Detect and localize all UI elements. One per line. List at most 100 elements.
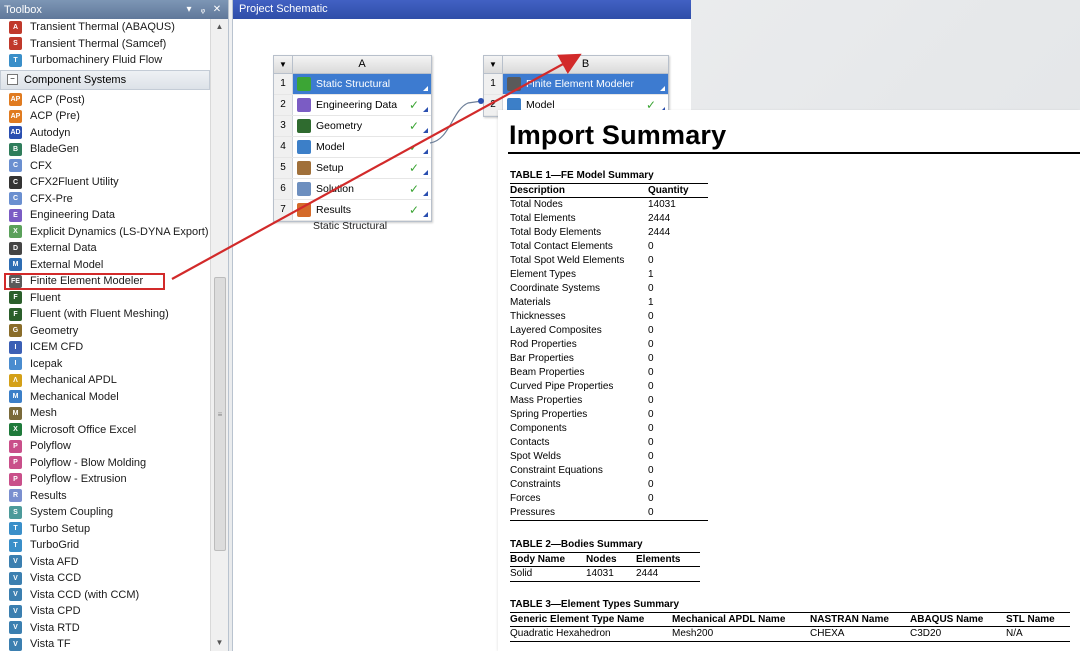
connector-triangle-icon[interactable] [660, 86, 665, 91]
check-icon: ✓ [408, 140, 420, 154]
vista-icon: V [9, 588, 22, 602]
toolbox-group-component-systems[interactable]: − Component Systems [0, 69, 210, 90]
toolbox-item-results[interactable]: R Results [0, 488, 210, 505]
toolbox-item-turbogrid[interactable]: T TurboGrid [0, 537, 210, 554]
toolbox-item-acp-pre[interactable]: AP ACP (Pre) [0, 108, 210, 125]
toolbox-item-label: Geometry [30, 324, 79, 337]
table-row: Materials 1 [510, 296, 708, 310]
toolbox-item-label: Mechanical Model [30, 390, 119, 403]
system-b-menu-icon[interactable]: ▼ [484, 56, 503, 73]
table-row: Total Elements 2444 [510, 212, 708, 226]
toolbox-item-transient-thermal-samcef[interactable]: S Transient Thermal (Samcef) [0, 36, 210, 53]
bladegen-icon: B [9, 142, 22, 156]
system-cell-engineering-data[interactable]: 2 Engineering Data ✓ [274, 95, 431, 116]
toolbox-item-fluent-with-fluent-meshing[interactable]: F Fluent (with Fluent Meshing) [0, 306, 210, 323]
system-cell-finite-element-modeler[interactable]: 1 Finite Element Modeler [484, 74, 668, 95]
toolbox-item-polyflow-blow-molding[interactable]: P Polyflow - Blow Molding [0, 455, 210, 472]
toolbox-item-explicit-dynamics-ls-dyna-export[interactable]: X Explicit Dynamics (LS-DYNA Export) [0, 224, 210, 241]
connector-triangle-icon[interactable] [423, 191, 428, 196]
toolbox-item-label: Vista CCD (with CCM) [30, 588, 140, 601]
cell-content: Static Structural [293, 74, 431, 94]
toolbox-item-geometry[interactable]: G Geometry [0, 323, 210, 340]
toolbox-item-label: Finite Element Modeler [30, 275, 144, 288]
system-a-menu-icon[interactable]: ▼ [274, 56, 293, 73]
toolbox-item-label: Transient Thermal (ABAQUS) [30, 21, 175, 34]
cfx-icon: C [9, 159, 22, 173]
table-row: Rod Properties 0 [510, 338, 708, 352]
toolbox-item-cfx[interactable]: C CFX [0, 158, 210, 175]
table-cell: 0 [648, 367, 654, 378]
toolbox-item-label: CFX-Pre [30, 192, 73, 205]
collapse-icon[interactable]: − [7, 74, 18, 85]
table-row: Bar Properties 0 [510, 352, 708, 366]
system-b-fe-modeler[interactable]: ▼ B 1 Finite Element Modeler 2 Model ✓ [483, 55, 669, 117]
toolbox-item-microsoft-office-excel[interactable]: X Microsoft Office Excel [0, 422, 210, 439]
toolbox-item-engineering-data[interactable]: E Engineering Data [0, 207, 210, 224]
close-icon[interactable]: ✕ [210, 4, 224, 15]
connector-triangle-icon[interactable] [423, 149, 428, 154]
scroll-down-icon[interactable]: ▼ [211, 635, 228, 651]
toolbox-panel: Toolbox ▾ ᵩ ✕ A Transient Thermal (ABAQUS… [0, 0, 229, 651]
toolbox-item-bladegen[interactable]: B BladeGen [0, 141, 210, 158]
table-cell: C3D20 [910, 626, 1006, 642]
toolbox-item-vista-ccd[interactable]: V Vista CCD [0, 570, 210, 587]
pin-icon[interactable]: ᵩ [196, 4, 210, 15]
toolbox-item-fluent[interactable]: F Fluent [0, 290, 210, 307]
toolbox-item-external-data[interactable]: D External Data [0, 240, 210, 257]
toolbox-item-vista-ccd-with-ccm[interactable]: V Vista CCD (with CCM) [0, 587, 210, 604]
mechanical-model-icon: M [9, 390, 22, 404]
toolbox-header: Toolbox ▾ ᵩ ✕ [0, 0, 228, 19]
system-cell-setup[interactable]: 5 Setup ✓ [274, 158, 431, 179]
toolbox-item-cfx-pre[interactable]: C CFX-Pre [0, 191, 210, 208]
system-cell-solution[interactable]: 6 Solution ✓ [274, 179, 431, 200]
system-a-static-structural[interactable]: ▼ A 1 Static Structural 2 Engineering Data ✓… [273, 55, 432, 222]
toolbox-item-transient-thermal-abaqus[interactable]: A Transient Thermal (ABAQUS) [0, 19, 210, 36]
autodyn-icon: AD [9, 126, 22, 140]
toolbox-item-label: ACP (Pre) [30, 110, 80, 123]
toolbox-item-autodyn[interactable]: AD Autodyn [0, 125, 210, 142]
system-cell-model[interactable]: 4 Model ✓ [274, 137, 431, 158]
toolbox-title: Toolbox [4, 3, 42, 16]
toolbox-item-system-coupling[interactable]: S System Coupling [0, 504, 210, 521]
connector-triangle-icon[interactable] [423, 86, 428, 91]
toolbox-item-vista-afd[interactable]: V Vista AFD [0, 554, 210, 571]
toolbox-item-label: Mechanical APDL [30, 374, 117, 387]
toolbox-item-vista-rtd[interactable]: V Vista RTD [0, 620, 210, 637]
toolbox-item-turbo-setup[interactable]: T Turbo Setup [0, 521, 210, 538]
toolbox-item-mechanical-model[interactable]: M Mechanical Model [0, 389, 210, 406]
table-row: Quadratic Hexahedron Mesh200 CHEXA C3D20 N/A [510, 626, 1070, 642]
scroll-up-icon[interactable]: ▲ [211, 19, 228, 35]
table-row: Element Types 1 [510, 268, 708, 282]
connector-triangle-icon[interactable] [423, 107, 428, 112]
scroll-thumb[interactable]: ≡ [214, 277, 226, 551]
system-cell-static-structural[interactable]: 1 Static Structural [274, 74, 431, 95]
toolbox-item-cfx2fluent-utility[interactable]: C CFX2Fluent Utility [0, 174, 210, 191]
system-a-caption[interactable]: Static Structural [313, 220, 387, 232]
toolbox-item-acp-post[interactable]: AP ACP (Post) [0, 92, 210, 109]
table-cell: N/A [1006, 626, 1070, 642]
connector-triangle-icon[interactable] [423, 170, 428, 175]
system-cell-results[interactable]: 7 Results ✓ [274, 200, 431, 221]
toolbox-item-mesh[interactable]: M Mesh [0, 405, 210, 422]
cell-label: Model [316, 141, 345, 153]
toolbox-item-turbomachinery-fluid-flow[interactable]: T Turbomachinery Fluid Flow [0, 52, 210, 69]
title-rule [508, 152, 1080, 154]
toolbox-item-finite-element-modeler[interactable]: FE Finite Element Modeler [4, 273, 165, 290]
toolbox-item-polyflow-extrusion[interactable]: P Polyflow - Extrusion [0, 471, 210, 488]
toolbox-item-icem-cfd[interactable]: I ICEM CFD [0, 339, 210, 356]
toolbox-menu-icon[interactable]: ▾ [182, 4, 196, 15]
toolbox-item-vista-tf[interactable]: V Vista TF [0, 636, 210, 651]
connector-triangle-icon[interactable] [423, 212, 428, 217]
toolbox-item-icepak[interactable]: I Icepak [0, 356, 210, 373]
toolbox-item-label: Vista CCD [30, 572, 82, 585]
table-row: Spot Welds 0 [510, 450, 708, 464]
system-cell-geometry[interactable]: 3 Geometry ✓ [274, 116, 431, 137]
toolbox-item-vista-cpd[interactable]: V Vista CPD [0, 603, 210, 620]
table-cell: Quadratic Hexahedron [510, 626, 672, 642]
toolbox-scrollbar[interactable]: ▲ ≡ ▼ [210, 19, 228, 651]
toolbox-item-mechanical-apdl[interactable]: Λ Mechanical APDL [0, 372, 210, 389]
toolbox-item-external-model[interactable]: M External Model [0, 257, 210, 274]
connector-triangle-icon[interactable] [423, 128, 428, 133]
toolbox-item-polyflow[interactable]: P Polyflow [0, 438, 210, 455]
row-number: 7 [274, 200, 293, 220]
